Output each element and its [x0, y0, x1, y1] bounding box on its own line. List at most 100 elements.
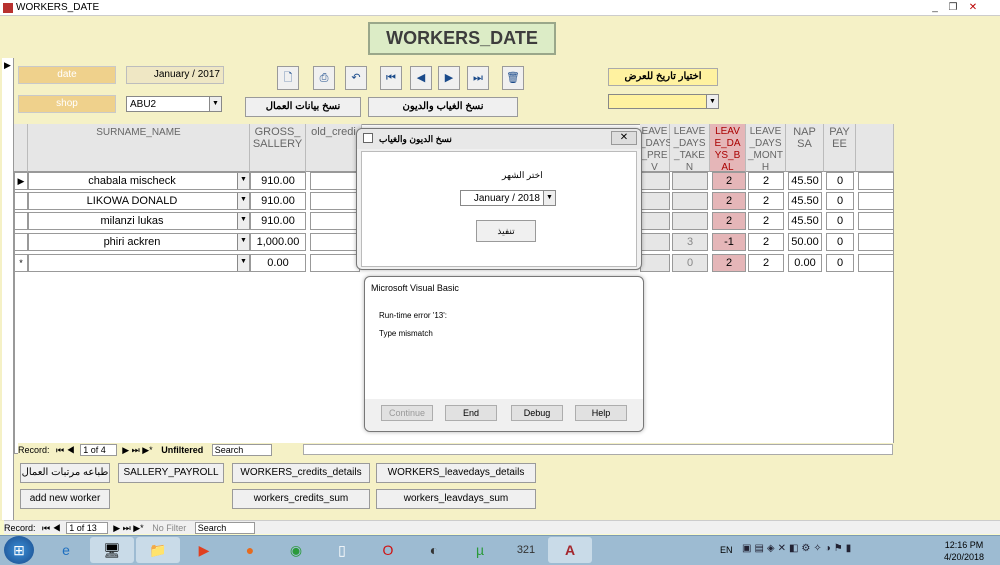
chevron-down-icon[interactable]: ▼ — [237, 193, 249, 209]
media-player-icon[interactable]: ▶ — [182, 537, 226, 563]
chevron-down-icon[interactable]: ▼ — [237, 234, 249, 250]
surname-name-combo[interactable]: chabala mischeck ▼ — [28, 172, 250, 190]
start-button-icon[interactable]: ⊞ — [4, 536, 34, 564]
leavdays-sum-button[interactable]: workers_leavdays_sum — [376, 489, 536, 509]
row-selector[interactable] — [14, 192, 28, 210]
payee-cell[interactable]: 0 — [826, 192, 854, 210]
first-record-icon[interactable]: ⏮ ◀ — [42, 523, 61, 533]
old-credit-cell[interactable] — [310, 254, 360, 272]
gross-sallery-cell[interactable]: 910.00 — [250, 192, 306, 210]
record-position-input[interactable]: 1 of 13 — [66, 522, 108, 534]
col-surname-name[interactable]: SURNAME_NAME — [28, 124, 250, 172]
search-input[interactable]: Search — [194, 522, 256, 534]
leave-days-taken-cell[interactable] — [672, 192, 708, 210]
leave-days-prev-cell[interactable] — [640, 172, 670, 190]
col-old-credit[interactable]: old_credi — [306, 124, 362, 172]
col-leave-days-taken[interactable]: LEAVE _DAYS _TAKE N — [670, 124, 710, 173]
restore-icon[interactable]: ❐ — [946, 1, 960, 14]
payee-cell[interactable]: 0 — [826, 254, 854, 272]
next-record-icon[interactable]: ▶ ⏭ ▶* — [122, 445, 152, 455]
leave-days-taken-cell[interactable] — [672, 212, 708, 230]
tray-icons[interactable]: ▣▤◈✕◧⚙✧◑⚑▮ — [742, 543, 854, 554]
horizontal-scrollbar[interactable] — [303, 444, 893, 455]
shop-combo[interactable]: ABU2 ▼ — [126, 96, 222, 112]
computer-icon[interactable]: 🖥 — [90, 537, 134, 563]
language-indicator[interactable]: EN — [720, 545, 733, 555]
first-record-icon[interactable]: ⏮ ◀ — [56, 445, 75, 455]
napsa-cell[interactable]: 50.00 — [788, 233, 822, 251]
print-salaries-button[interactable]: طباعه مرتبات العمال — [20, 463, 110, 483]
chevron-down-icon[interactable]: ▼ — [237, 213, 249, 229]
record-selector-bar[interactable] — [2, 58, 14, 520]
old-credit-cell[interactable] — [310, 172, 360, 190]
col-napsa[interactable]: NAP SA — [786, 124, 824, 172]
surname-name-combo[interactable]: ▼ — [28, 254, 250, 272]
app-icon[interactable]: ◐ — [412, 537, 456, 563]
old-credit-cell[interactable] — [310, 192, 360, 210]
chevron-down-icon[interactable]: ▼ — [237, 255, 249, 271]
record-position-input[interactable]: 1 of 4 — [80, 444, 117, 456]
gross-sallery-cell[interactable]: 0.00 — [250, 254, 306, 272]
chrome-icon[interactable]: ◉ — [274, 537, 318, 563]
leave-days-prev-cell[interactable] — [640, 233, 670, 251]
extra-cell[interactable] — [858, 172, 894, 190]
leave-days-month-cell[interactable]: 2 — [748, 233, 784, 251]
row-selector[interactable] — [14, 233, 28, 251]
date-field[interactable]: January / 2017 — [126, 66, 224, 84]
leave-days-taken-cell[interactable]: 0 — [672, 254, 708, 272]
internet-explorer-icon[interactable]: e — [44, 537, 88, 563]
leave-days-month-cell[interactable]: 2 — [748, 192, 784, 210]
leave-days-taken-cell[interactable]: 3 — [672, 233, 708, 251]
search-input[interactable]: Search — [211, 444, 273, 456]
undo-icon[interactable]: ↶ — [345, 66, 367, 90]
leave-days-bal-cell[interactable]: 2 — [712, 172, 746, 190]
col-leave-days-prev[interactable]: EAVE _DAYS _PRE V — [640, 124, 672, 173]
opera-icon[interactable]: O — [366, 537, 410, 563]
chevron-down-icon[interactable]: ▼ — [209, 97, 221, 111]
credits-sum-button[interactable]: workers_credits_sum — [232, 489, 370, 509]
close-icon[interactable]: ✕ — [966, 1, 980, 14]
copy-absence-button[interactable]: نسخ الغياب والديون — [368, 97, 518, 117]
execute-button[interactable]: تنفيذ — [476, 220, 536, 242]
last-record-icon[interactable]: ⏭ — [467, 66, 489, 90]
chevron-down-icon[interactable]: ▼ — [543, 191, 555, 205]
col-leave-days-bal[interactable]: LEAV E_DA YS_B AL — [710, 124, 746, 173]
utorrent-icon[interactable]: µ — [458, 537, 502, 563]
next-record-icon[interactable]: ▶ — [438, 66, 460, 90]
filter-status[interactable]: Unfiltered — [161, 445, 203, 455]
row-selector[interactable] — [14, 212, 28, 230]
close-icon[interactable]: ✕ — [611, 131, 637, 145]
debug-button[interactable]: Debug — [511, 405, 563, 421]
extra-cell[interactable] — [858, 233, 894, 251]
add-worker-button[interactable]: add new worker — [20, 489, 110, 509]
credits-details-button[interactable]: WORKERS_credits_details — [232, 463, 370, 483]
previous-record-icon[interactable]: ◀ — [410, 66, 432, 90]
leave-days-month-cell[interactable]: 2 — [748, 172, 784, 190]
extra-cell[interactable] — [858, 192, 894, 210]
end-button[interactable]: End — [445, 405, 497, 421]
surname-name-combo[interactable]: phiri ackren ▼ — [28, 233, 250, 251]
copy-workers-button[interactable]: نسخ بيانات العمال — [245, 97, 361, 117]
leave-days-prev-cell[interactable] — [640, 254, 670, 272]
leave-days-month-cell[interactable]: 2 — [748, 212, 784, 230]
choose-date-combo[interactable]: ▼ — [608, 94, 719, 109]
leave-days-prev-cell[interactable] — [640, 192, 670, 210]
col-leave-days-month[interactable]: LEAVE _DAYS _MONT H — [746, 124, 786, 173]
row-selector[interactable]: * — [14, 254, 28, 272]
napsa-cell[interactable]: 45.50 — [788, 172, 822, 190]
clock-time[interactable]: 12:16 PM — [944, 540, 984, 550]
surname-name-combo[interactable]: LIKOWA DONALD ▼ — [28, 192, 250, 210]
firefox-icon[interactable]: ● — [228, 537, 272, 563]
payee-cell[interactable]: 0 — [826, 172, 854, 190]
gross-sallery-cell[interactable]: 910.00 — [250, 212, 306, 230]
access-taskbar-icon[interactable]: A — [548, 537, 592, 563]
leave-days-bal-cell[interactable]: 2 — [712, 254, 746, 272]
filter-status[interactable]: No Filter — [152, 523, 186, 533]
document-icon[interactable]: ▯ — [320, 537, 364, 563]
clock-date[interactable]: 4/20/2018 — [940, 552, 988, 562]
leave-days-month-cell[interactable]: 2 — [748, 254, 784, 272]
leave-days-bal-cell[interactable]: 2 — [712, 192, 746, 210]
sallery-payroll-button[interactable]: SALLERY_PAYROLL — [118, 463, 224, 483]
napsa-cell[interactable]: 45.50 — [788, 192, 822, 210]
chevron-down-icon[interactable]: ▼ — [706, 95, 718, 108]
